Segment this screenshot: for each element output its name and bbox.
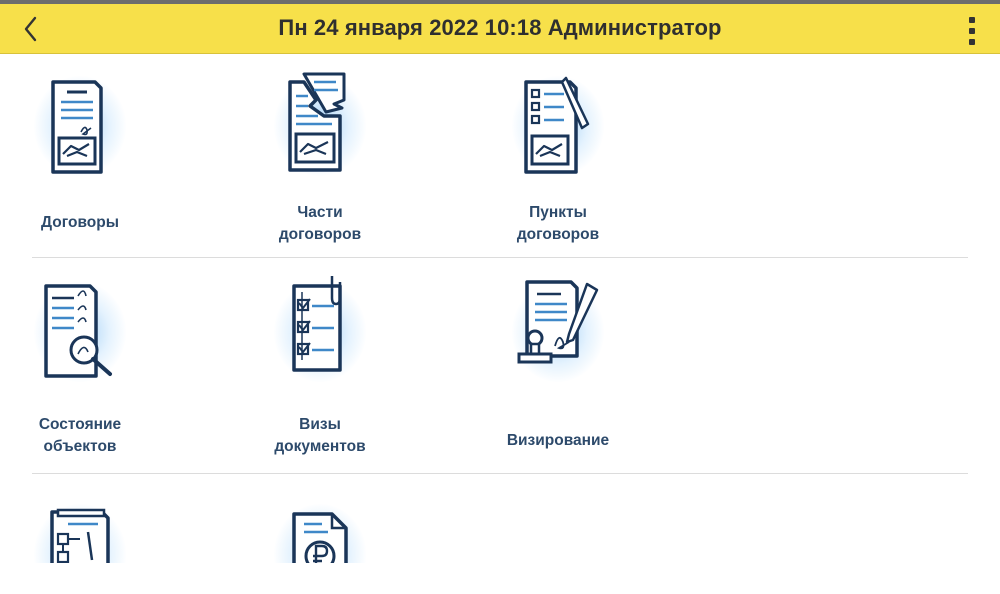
tile-label: Пункты договоров	[516, 204, 600, 243]
flowchart-document-icon	[50, 508, 110, 563]
tile-label: Визы документов	[274, 416, 366, 455]
app-header: Пн 24 января 2022 10:18 Администратор	[0, 4, 1000, 54]
checklist-pen-handshake-icon	[524, 76, 590, 174]
kebab-menu-icon[interactable]	[958, 13, 986, 47]
ruble-document-icon	[292, 512, 348, 563]
tile-label: Состояние объектов	[38, 416, 122, 455]
tiles-row-3	[32, 474, 968, 594]
tile-ruble-document[interactable]	[220, 474, 420, 563]
tile-label: Визирование	[506, 432, 610, 449]
header-title: Пн 24 января 2022 10:18 Администратор	[278, 15, 722, 40]
tile-contracts[interactable]: Договоры	[0, 54, 180, 254]
tile-flowchart-document[interactable]	[0, 474, 180, 563]
tile-document-visas[interactable]: Визы документов	[220, 258, 420, 458]
document-magnifier-icon	[44, 284, 112, 378]
tile-contract-points[interactable]: Пункты договоров	[458, 54, 658, 254]
tile-label: Части договоров	[278, 204, 362, 243]
tile-label: Договоры	[41, 214, 119, 231]
tile-contract-parts[interactable]: Части договоров	[220, 54, 420, 254]
tile-approval[interactable]: Визирование	[458, 258, 658, 458]
sections-grid: Договоры Части договоров Пункты договоро…	[0, 54, 1000, 563]
contract-handshake-icon	[51, 80, 103, 174]
tile-object-status[interactable]: Состояние объектов	[0, 258, 180, 458]
tiles-row-1: Договоры Части договоров Пункты договоро…	[32, 54, 968, 257]
clipped-checklist-icon	[292, 276, 342, 372]
torn-contract-handshake-icon	[288, 72, 346, 172]
stamp-signature-icon	[517, 280, 599, 364]
tiles-row-2: Состояние объектов Визы документов Визир…	[32, 258, 968, 473]
